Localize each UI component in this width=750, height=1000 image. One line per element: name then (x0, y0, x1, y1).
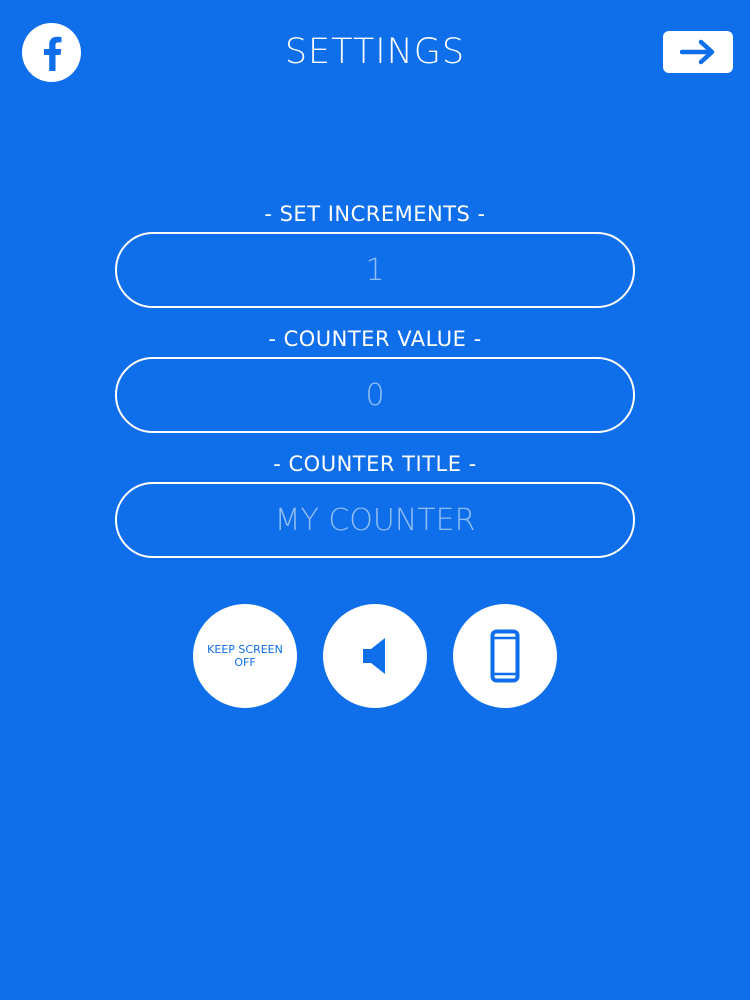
counter-title-label: - COUNTER TITLE - (273, 452, 477, 476)
increments-input[interactable] (115, 232, 635, 308)
counter-title-input[interactable] (115, 482, 635, 558)
keep-screen-off-label: KEEP SCREEN OFF (207, 643, 283, 669)
page-title: SETTINGS (284, 32, 466, 72)
phone-icon (490, 629, 520, 683)
counter-value-label: - COUNTER VALUE - (268, 327, 482, 351)
speaker-icon (363, 638, 385, 674)
keep-screen-off-button[interactable]: KEEP SCREEN OFF (193, 604, 297, 708)
arrow-right-icon (680, 39, 715, 65)
increments-label: - SET INCREMENTS - (264, 202, 486, 226)
settings-screen: SETTINGS - SET INCREMENTS - - COUNTER VA… (0, 0, 750, 1000)
counter-value-input[interactable] (115, 357, 635, 433)
next-button[interactable] (663, 31, 733, 73)
sound-toggle-button[interactable] (323, 604, 427, 708)
vibrate-toggle-button[interactable] (453, 604, 557, 708)
